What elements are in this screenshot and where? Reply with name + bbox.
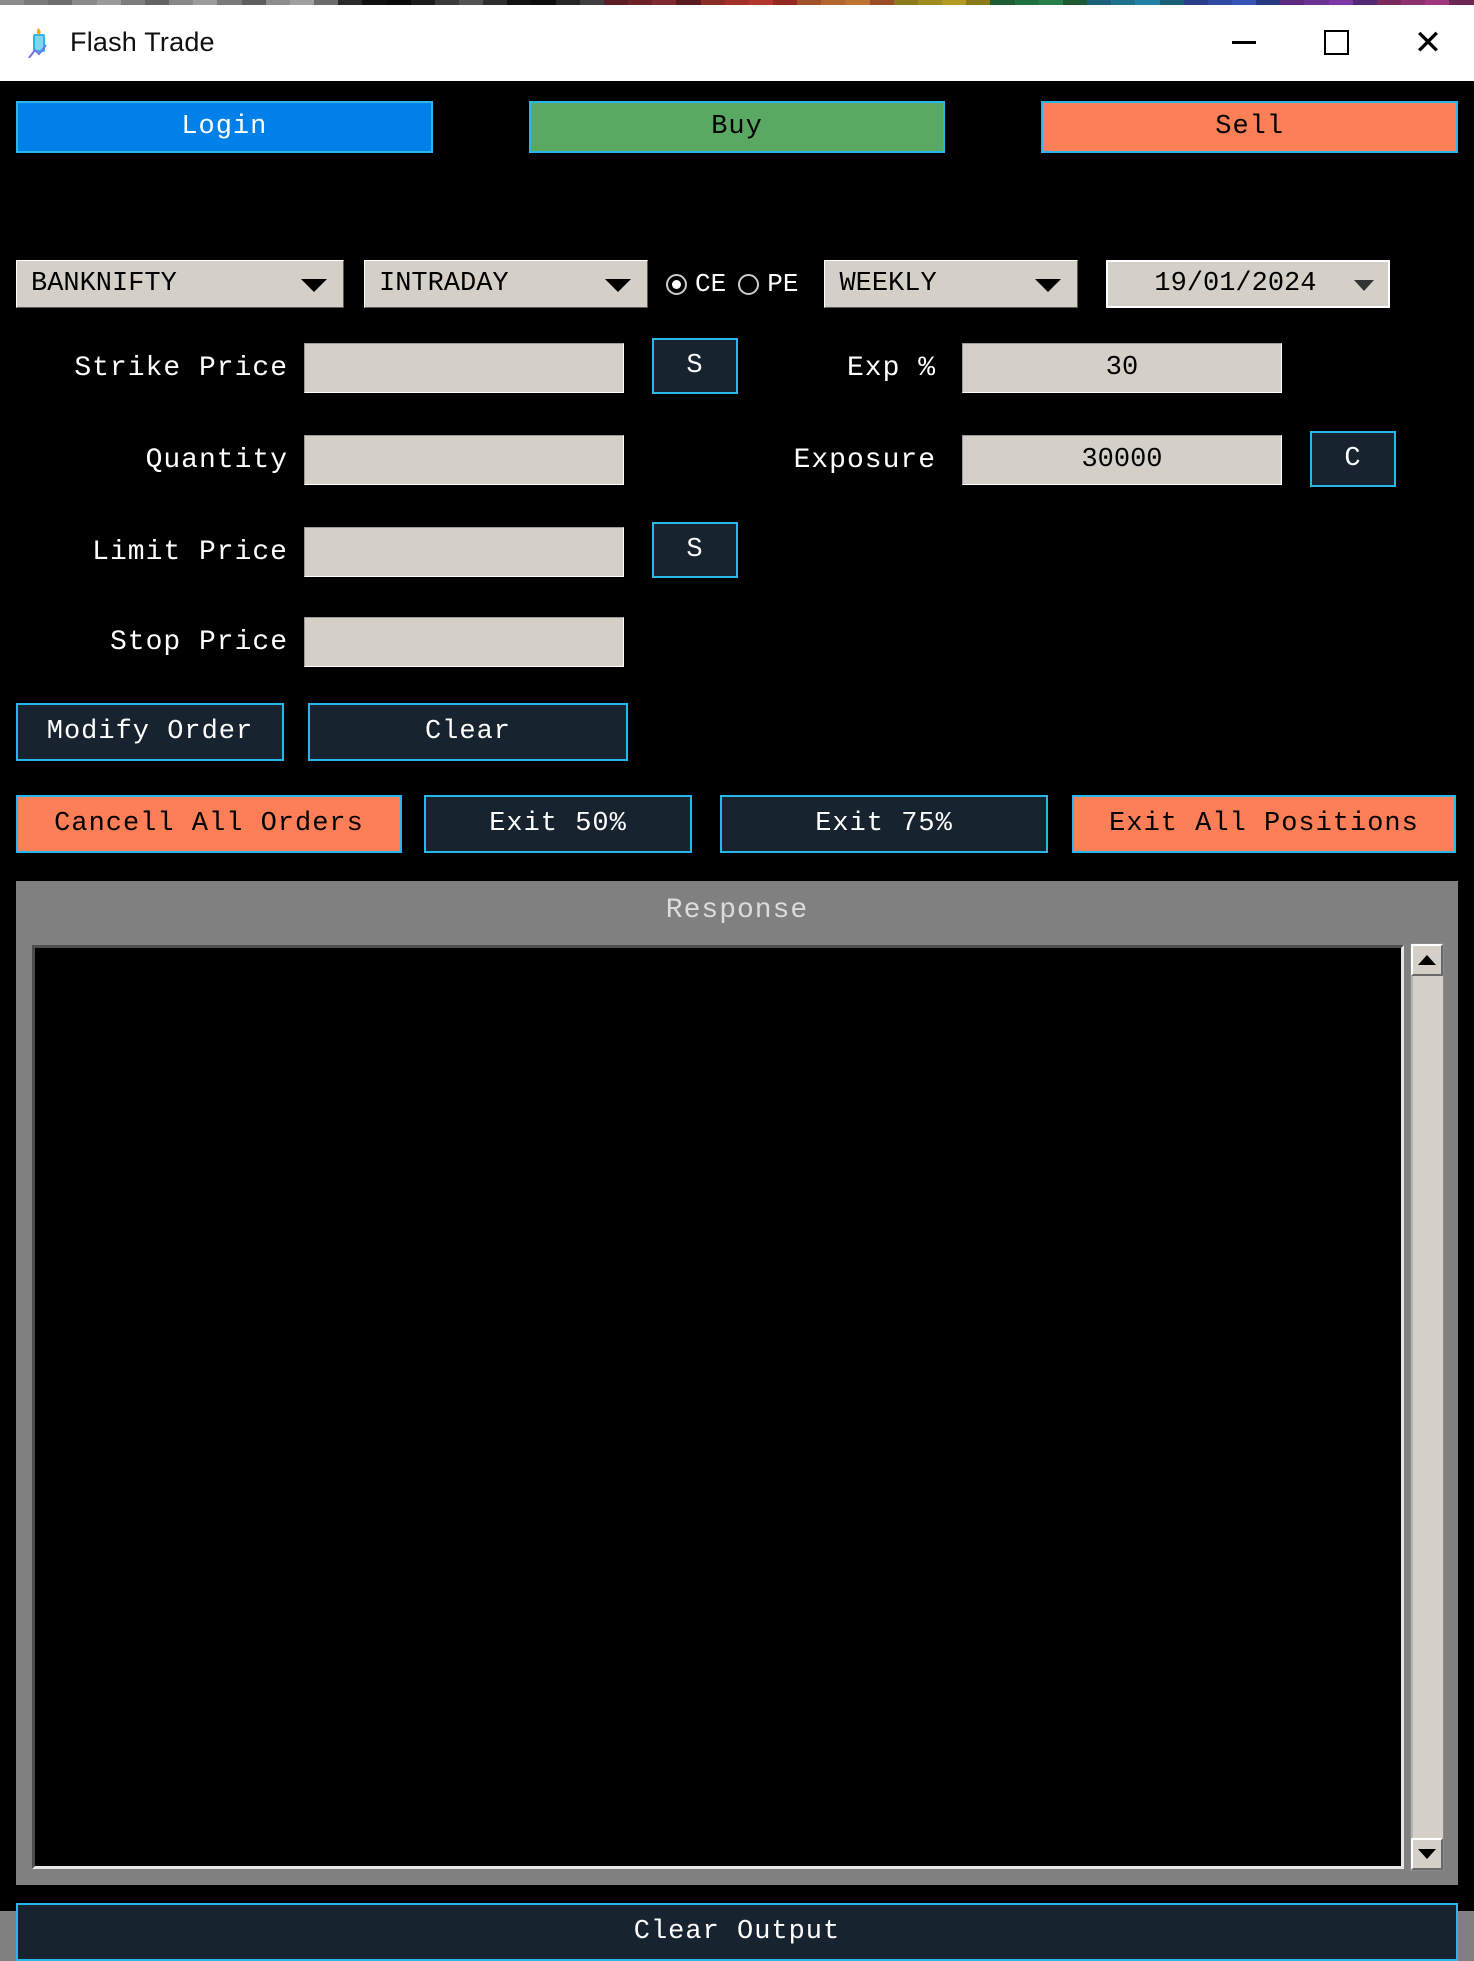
login-button[interactable]: Login: [16, 101, 433, 153]
response-panel-title: Response: [665, 894, 809, 926]
scrollbar-track[interactable]: [1411, 976, 1443, 1838]
title-bar: Flash Trade ✕: [0, 5, 1474, 81]
strike-price-sync-button[interactable]: S: [652, 338, 738, 394]
cancel-all-orders-button[interactable]: Cancell All Orders: [16, 795, 402, 853]
primary-action-row: Login Buy Sell: [16, 101, 1459, 153]
instrument-selector-row: BANKNIFTY INTRADAY CE PE WEEKLY 19/01/20…: [16, 259, 1458, 309]
expiry-date-value: 19/01/2024: [1154, 269, 1317, 299]
close-button[interactable]: ✕: [1382, 5, 1474, 80]
maximize-icon: [1323, 30, 1349, 55]
limit-price-input[interactable]: [304, 527, 624, 577]
exit-75-button[interactable]: Exit 75%: [720, 795, 1048, 853]
product-value: INTRADAY: [379, 269, 509, 299]
exit-all-positions-button[interactable]: Exit All Positions: [1072, 795, 1456, 853]
radio-ce-label: CE: [695, 269, 727, 299]
chevron-down-icon: [301, 279, 327, 292]
expiry-date-picker[interactable]: 19/01/2024: [1106, 260, 1391, 308]
scroll-up-arrow-icon: [1418, 955, 1436, 965]
stop-price-label: Stop Price: [109, 627, 288, 658]
option-type-group: CE PE: [666, 269, 810, 299]
exit-50-button[interactable]: Exit 50%: [424, 795, 692, 853]
exp-pct-input[interactable]: 30: [962, 343, 1282, 393]
buy-button[interactable]: Buy: [528, 101, 946, 153]
radio-pe-label: PE: [767, 269, 799, 299]
exp-pct-value: 30: [1105, 353, 1139, 383]
clear-button[interactable]: Clear: [308, 703, 628, 761]
chevron-down-icon: [1035, 279, 1062, 292]
limit-price-label: Limit Price: [92, 537, 288, 568]
client-area: Login Buy Sell BANKNIFTY INTRADAY CE PE …: [0, 81, 1474, 1961]
exposure-input[interactable]: 30000: [962, 435, 1282, 485]
sell-button[interactable]: Sell: [1041, 101, 1459, 153]
response-output-text[interactable]: [32, 945, 1404, 1869]
response-body: [24, 939, 1450, 1877]
order-action-row: Modify Order Clear: [16, 703, 628, 761]
limit-price-sync-button[interactable]: S: [652, 522, 738, 578]
quantity-input[interactable]: [304, 435, 624, 485]
flash-trade-window: Flash Trade ✕ Login Buy Sell BANKNIFTY I…: [0, 5, 1474, 1961]
radio-pe[interactable]: [738, 273, 760, 295]
window-title: Flash Trade: [70, 27, 215, 57]
expiry-type-dropdown[interactable]: WEEKLY: [824, 260, 1079, 308]
chevron-down-icon: [605, 279, 631, 292]
flash-trade-icon: [26, 27, 52, 59]
stop-price-input[interactable]: [304, 617, 624, 667]
modify-order-button[interactable]: Modify Order: [16, 703, 284, 761]
radio-ce[interactable]: [666, 273, 687, 295]
product-dropdown[interactable]: INTRADAY: [364, 260, 648, 308]
exit-action-row: Cancell All Orders Exit 50% Exit 75% Exi…: [16, 795, 1458, 853]
minimize-button[interactable]: [1198, 5, 1290, 80]
symbol-dropdown[interactable]: BANKNIFTY: [16, 260, 344, 308]
minimize-icon: [1232, 41, 1256, 44]
quantity-label: Quantity: [145, 445, 288, 476]
clear-output-button[interactable]: Clear Output: [16, 1903, 1458, 1961]
expiry-type-value: WEEKLY: [839, 269, 937, 299]
close-icon: ✕: [1413, 23, 1443, 62]
exposure-label: Exposure: [793, 445, 936, 476]
strike-price-input[interactable]: [304, 343, 624, 393]
scroll-up-button[interactable]: [1411, 944, 1443, 976]
response-scrollbar[interactable]: [1410, 943, 1444, 1871]
response-panel: Response: [16, 881, 1458, 1885]
exposure-calc-button[interactable]: C: [1310, 431, 1396, 487]
exp-pct-label: Exp %: [846, 353, 936, 384]
symbol-value: BANKNIFTY: [31, 269, 177, 299]
scroll-down-arrow-icon: [1418, 1849, 1436, 1859]
exposure-value: 30000: [1081, 445, 1163, 475]
chevron-down-icon: [1354, 280, 1375, 291]
maximize-button[interactable]: [1290, 5, 1382, 80]
scroll-down-button[interactable]: [1411, 1838, 1443, 1870]
window-controls: ✕: [1198, 5, 1474, 80]
strike-price-label: Strike Price: [74, 353, 288, 384]
